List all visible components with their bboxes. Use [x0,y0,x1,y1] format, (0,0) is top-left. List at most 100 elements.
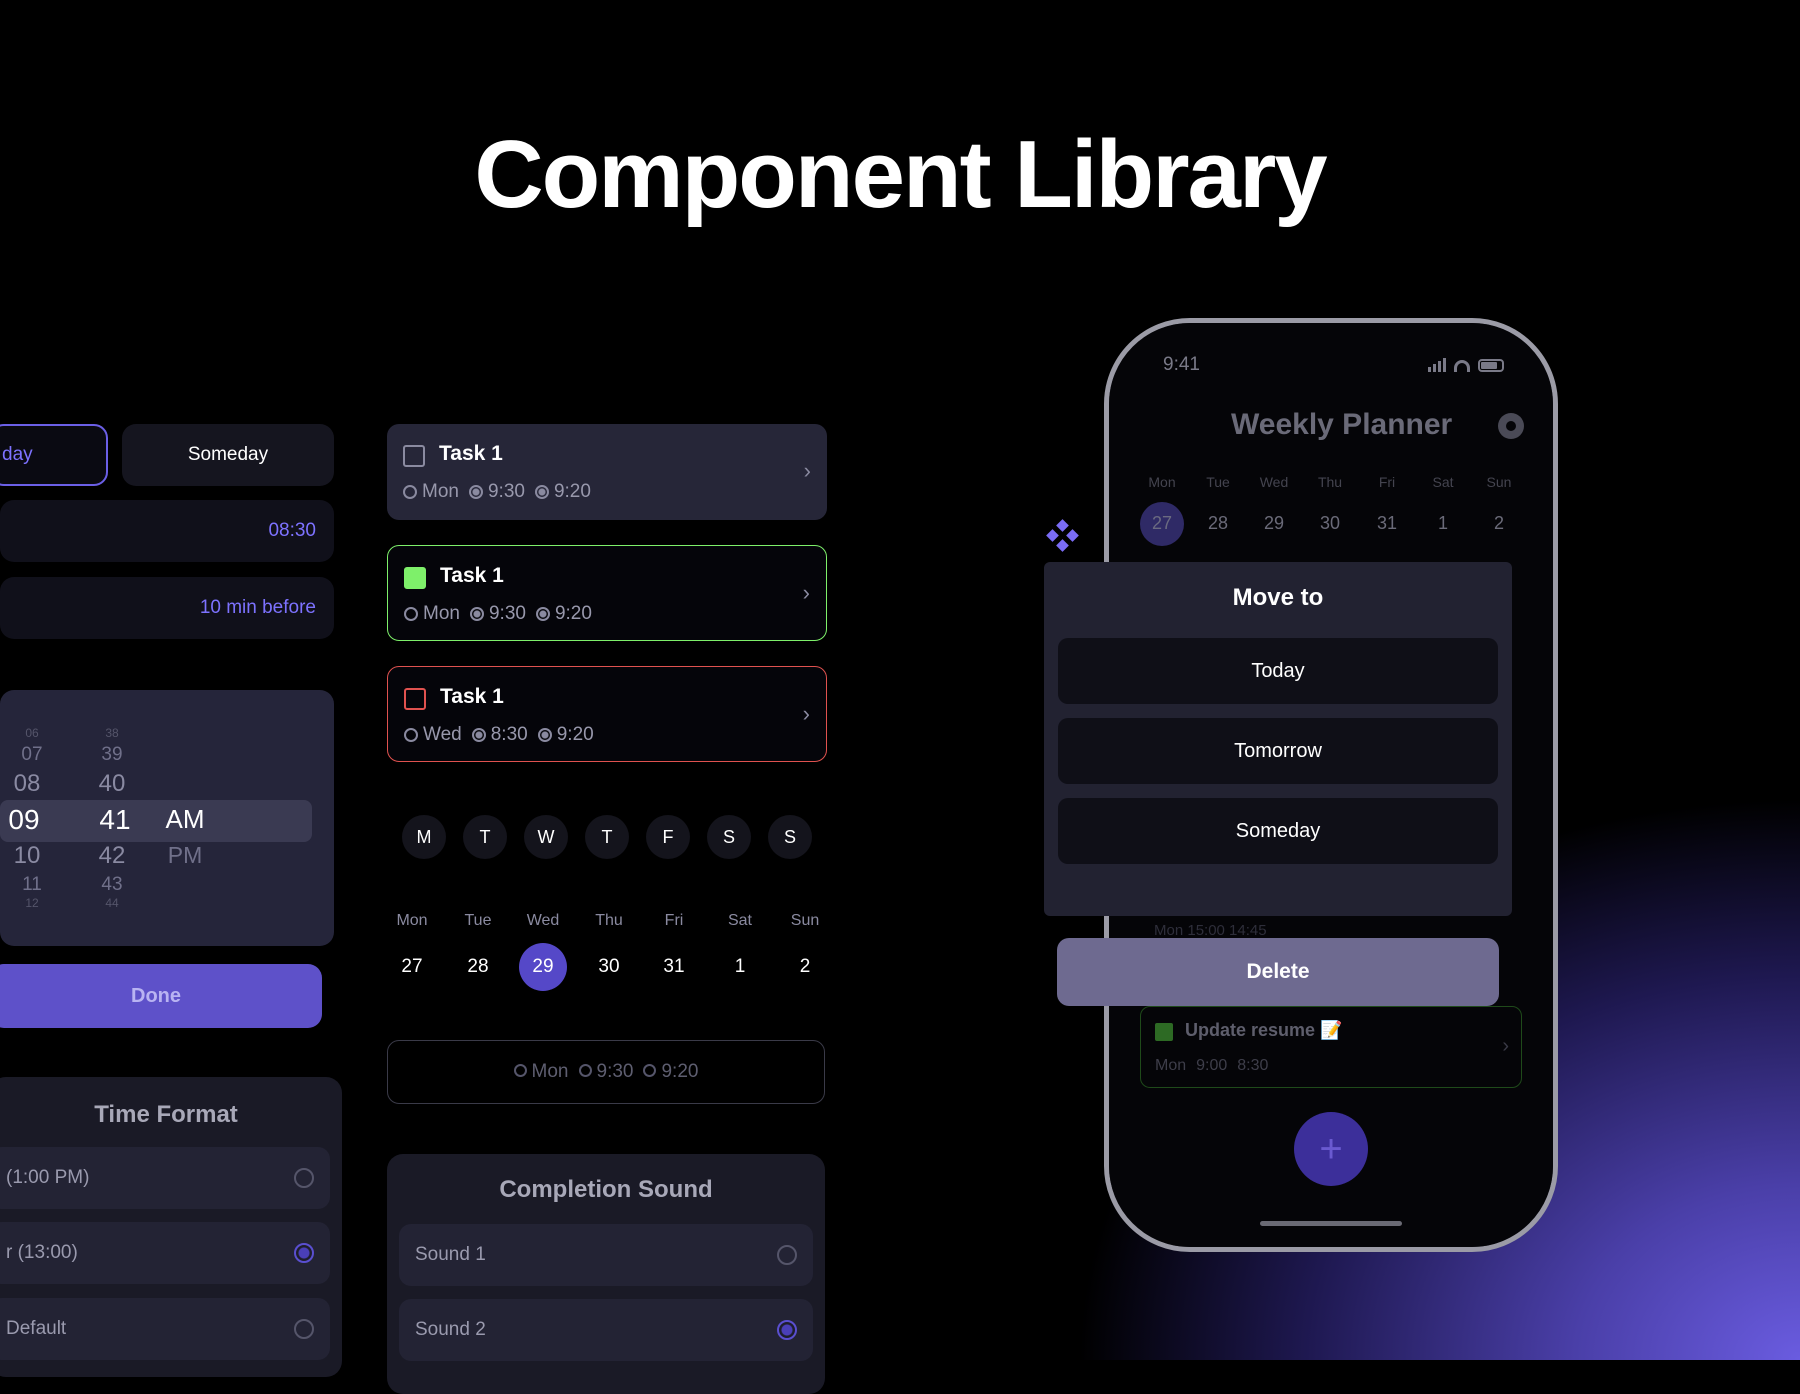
sound-option-2[interactable]: Sound 2 [399,1299,813,1361]
picker-am[interactable]: AM [155,804,215,835]
week-label: Fri [664,912,684,929]
weekday-toggle-mon[interactable]: M [402,815,446,859]
picker-pm[interactable]: PM [155,842,215,869]
week-date[interactable]: 2 [775,956,835,978]
option-label: Sound 1 [415,1244,486,1265]
phone-task-time: 9:00 [1196,1057,1228,1074]
weekday-toggle-fri[interactable]: F [646,815,690,859]
week-date[interactable]: 31 [644,956,704,978]
time-format-option-24h[interactable]: r (13:00) [0,1222,330,1284]
option-label: Default [6,1318,67,1339]
radio-selected-icon[interactable] [777,1320,797,1340]
week-label: Tue [464,912,492,929]
move-to-someday-button[interactable]: Someday [1058,798,1498,864]
weekday-toggle-tue[interactable]: T [463,815,507,859]
status-time: 9:41 [1163,354,1200,375]
checkbox-icon[interactable] [403,445,425,467]
task-card-default[interactable]: Task 1 Mon 9:30 9:20 › [387,424,827,520]
bell-icon [537,727,552,742]
phone-week-date[interactable]: 29 [1244,513,1304,534]
task-day: Wed [423,724,462,745]
done-button[interactable]: Done [0,964,322,1028]
segment-someday-label: Someday [187,444,269,465]
phone-week-date[interactable]: 31 [1357,513,1417,534]
weekday-toggle-thu[interactable]: T [585,815,629,859]
add-task-fab[interactable]: + [1294,1112,1368,1186]
phone-week-label: Fri [1378,474,1396,490]
picker-hour-selected[interactable]: 09 [0,804,54,836]
checkbox-checked-icon[interactable] [1155,1023,1173,1041]
time-format-panel: Time Format (1:00 PM) r (13:00) Default [0,1077,342,1377]
checkbox-icon[interactable] [404,688,426,710]
weekday-toggle-sat[interactable]: S [707,815,751,859]
segment-today-button[interactable]: day [0,424,108,486]
week-label: Thu [595,912,623,929]
settings-gear-icon[interactable] [1498,413,1524,439]
segment-someday-button[interactable]: Someday [122,424,334,486]
radio-selected-icon[interactable] [294,1243,314,1263]
move-to-tomorrow-button[interactable]: Tomorrow [1058,718,1498,784]
time-format-option-default[interactable]: Default [0,1298,330,1360]
chevron-right-icon: › [802,580,810,605]
delete-label: Delete [1246,960,1310,983]
phone-week-label: Sun [1486,474,1512,490]
picker-hour: 12 [25,896,39,910]
move-to-title: Move to [1232,584,1324,611]
delete-button[interactable]: Delete [1057,938,1499,1006]
checkbox-checked-icon[interactable] [404,567,426,589]
status-icons [1428,358,1504,372]
sound-option-1[interactable]: Sound 1 [399,1224,813,1286]
week-date[interactable]: 30 [579,956,639,978]
chevron-right-icon: › [803,458,811,483]
completion-sound-title: Completion Sound [499,1176,713,1203]
calendar-icon [403,484,417,499]
phone-task-card[interactable]: Update resume 📝 Mon 9:00 8:30 › [1140,1006,1522,1088]
diamond-icon-part [1046,529,1059,542]
page-title: Component Library [474,121,1327,228]
diamond-icon-part [1066,529,1079,542]
move-to-today-button[interactable]: Today [1058,638,1498,704]
task-card-overdue[interactable]: Task 1 Wed 8:30 9:20 › [387,666,827,762]
week-label: Mon [396,912,428,929]
app-title: Weekly Planner [1231,408,1453,441]
signal-icon [1428,358,1446,372]
component-drag-icon[interactable] [1046,519,1080,554]
summary-remind: 9:20 [661,1061,699,1082]
time-picker[interactable]: 06 07 08 09 10 11 12 38 39 40 41 42 43 4… [0,690,334,946]
radio-icon[interactable] [294,1319,314,1339]
clock-icon [469,606,484,621]
bell-icon [535,606,550,621]
radio-icon[interactable] [294,1168,314,1188]
time-format-option-12h[interactable]: (1:00 PM) [0,1147,330,1209]
schedule-summary-bar[interactable]: Mon 9:30 9:20 [387,1040,825,1104]
picker-hour: 06 [25,726,39,740]
phone-week-date[interactable]: 30 [1300,513,1360,534]
task-time: 9:30 [488,603,526,624]
bell-icon [643,1064,657,1077]
time-row[interactable]: 08:30 [0,500,334,562]
picker-minute-selected[interactable]: 41 [85,804,145,836]
task-meta: Wed 8:30 9:20 [404,724,594,746]
phone-week-date[interactable]: 27 [1132,513,1192,534]
radio-icon[interactable] [777,1245,797,1265]
phone-week-date[interactable]: 28 [1188,513,1248,534]
phone-week-date[interactable]: 2 [1469,513,1529,534]
picker-minute: 44 [105,896,119,910]
week-date[interactable]: 1 [710,956,770,978]
phone-week-date[interactable]: 1 [1413,513,1473,534]
picker-hour: 10 [13,842,41,869]
phone-week-label: Mon [1148,474,1176,490]
week-date-selected[interactable]: 29 [513,956,573,978]
picker-hour: 08 [13,770,41,797]
task-day: Mon [422,481,459,502]
reminder-row[interactable]: 10 min before [0,577,334,639]
weekday-toggle-sun[interactable]: S [768,815,812,859]
week-date[interactable]: 27 [382,956,442,978]
time-format-title: Time Format [94,1101,238,1128]
move-to-sheet: Move to Today Tomorrow Someday [1044,562,1512,916]
task-card-done[interactable]: Task 1 Mon 9:30 9:20 › [387,545,827,641]
phone-week-label: Tue [1206,474,1230,490]
wifi-icon [1454,360,1470,372]
weekday-toggle-wed[interactable]: W [524,815,568,859]
week-date[interactable]: 28 [448,956,508,978]
